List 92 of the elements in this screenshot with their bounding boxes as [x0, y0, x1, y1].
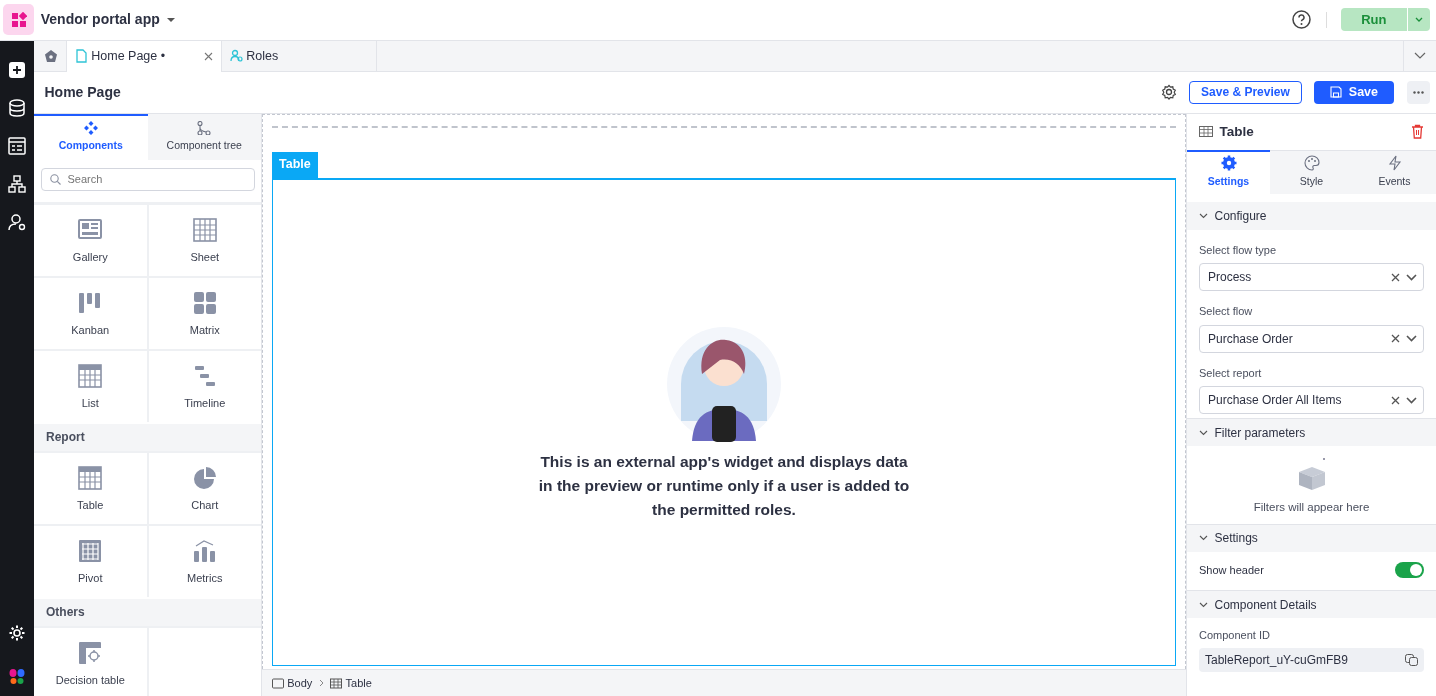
select-field[interactable]: Process	[1199, 263, 1424, 292]
search-icon	[49, 173, 61, 185]
breadcrumb-item[interactable]: Body	[272, 674, 313, 692]
butterfly-logo-icon[interactable]	[8, 668, 26, 686]
users-icon	[230, 49, 243, 64]
chevron-down-icon	[1406, 396, 1417, 404]
app-logo[interactable]	[3, 4, 35, 36]
component-item[interactable]: Timeline	[148, 350, 261, 422]
file-tab[interactable]: Roles	[222, 40, 377, 72]
add-icon[interactable]	[8, 60, 26, 79]
palette-icon	[1303, 154, 1320, 171]
grid-icon	[330, 677, 343, 689]
grid-icon	[78, 364, 103, 389]
grid-icon	[78, 466, 103, 491]
breadcrumb-item[interactable]: Table	[330, 674, 372, 692]
section-header[interactable]: Configure	[1187, 201, 1436, 230]
form-icon[interactable]	[8, 136, 26, 155]
chevron-icon	[1199, 212, 1208, 219]
component-item[interactable]: Table	[34, 452, 147, 524]
select-field[interactable]: Purchase Order All Items	[1199, 386, 1424, 415]
grid-logo-icon	[10, 11, 27, 28]
chevron-icon	[1199, 601, 1208, 608]
page-icon	[75, 49, 88, 64]
caret-down-icon	[166, 16, 177, 23]
empty-state-text: Filters will appear here	[1253, 499, 1370, 515]
app-name[interactable]: Vendor portal app	[40, 9, 160, 31]
panel-tab[interactable]: Events	[1353, 149, 1436, 194]
settings-icon[interactable]	[1160, 84, 1177, 101]
field-label: Select report	[1199, 365, 1263, 381]
home-icon[interactable]	[44, 49, 58, 64]
component-item[interactable]: Kanban	[34, 277, 147, 349]
panel-title: Table	[1219, 122, 1255, 141]
chevron-down-icon[interactable]	[1414, 52, 1426, 60]
section-header[interactable]: Filter parameters	[1187, 418, 1436, 447]
database-icon[interactable]	[8, 98, 26, 117]
save-button[interactable]: Save	[1314, 80, 1394, 104]
section-header[interactable]: Settings	[1187, 523, 1436, 552]
file-tab[interactable]: Home Page •	[67, 40, 222, 72]
component-item[interactable]: Chart	[148, 452, 261, 524]
text-field[interactable]: TableReport_uY-cuGmFB9	[1199, 647, 1424, 672]
field-label: Show header	[1199, 562, 1265, 578]
component-item[interactable]: Decision table	[34, 627, 147, 696]
component-item[interactable]: Matrix	[148, 277, 261, 349]
more-options-button[interactable]	[1406, 80, 1430, 104]
page-title: Home Page	[43, 82, 122, 102]
field-label: Select flow	[1199, 304, 1254, 320]
pie-chart-icon	[192, 466, 217, 491]
field-label: Select flow type	[1199, 242, 1278, 258]
grid-icon	[192, 218, 217, 243]
diamonds-icon	[83, 121, 98, 136]
select-field[interactable]: Purchase Order	[1199, 324, 1424, 353]
hierarchy-icon[interactable]	[8, 174, 26, 193]
four-squares-icon	[192, 291, 217, 316]
clear-icon[interactable]	[1390, 334, 1400, 344]
grid-icon	[78, 539, 103, 564]
trash-icon[interactable]	[1411, 124, 1424, 140]
panel-tab[interactable]: Style	[1270, 149, 1353, 194]
widget-message: This is an external app's widget and displays data in the preview or runtime only if a user is added to the permitted roles.	[537, 451, 911, 520]
search-field[interactable]: Search	[40, 167, 255, 191]
clear-icon[interactable]	[1390, 395, 1400, 405]
help-icon[interactable]	[1292, 10, 1312, 30]
close-icon[interactable]	[204, 51, 213, 61]
rectangle-icon	[272, 677, 284, 689]
ellipsis-icon	[1412, 90, 1424, 94]
toggle-switch[interactable]	[1395, 562, 1424, 579]
user-settings-icon[interactable]	[8, 212, 26, 231]
chevron-down-icon	[1414, 17, 1423, 23]
component-item[interactable]: Gallery	[34, 204, 147, 276]
component-item[interactable]: Pivot	[34, 525, 147, 597]
component-item[interactable]: Metrics	[148, 525, 261, 597]
group-title: Report	[46, 429, 85, 447]
settings-icon	[1220, 155, 1237, 172]
chevron-icon	[1199, 535, 1208, 542]
chevron-down-icon	[1406, 273, 1417, 281]
chevron-right-icon	[318, 679, 324, 687]
kanban-icon	[78, 291, 103, 316]
section-header[interactable]: Component Details	[1187, 590, 1436, 619]
timeline-icon	[192, 364, 217, 389]
chevron-icon	[1199, 429, 1208, 436]
panel-tab[interactable]: Component tree	[147, 113, 261, 160]
component-item[interactable]: List	[34, 350, 147, 422]
copy-icon[interactable]	[1405, 653, 1418, 666]
lightning-icon	[1386, 154, 1403, 171]
tree-icon	[197, 121, 212, 136]
save-preview-button[interactable]: Save & Preview	[1189, 80, 1302, 104]
bar-chart-icon	[192, 539, 217, 564]
clear-icon[interactable]	[1390, 272, 1400, 282]
grid-icon	[1199, 126, 1213, 138]
field-label: Component ID	[1199, 628, 1271, 644]
component-item[interactable]: Sheet	[148, 204, 261, 276]
group-title: Others	[46, 604, 85, 622]
chevron-down-icon	[1406, 335, 1417, 343]
